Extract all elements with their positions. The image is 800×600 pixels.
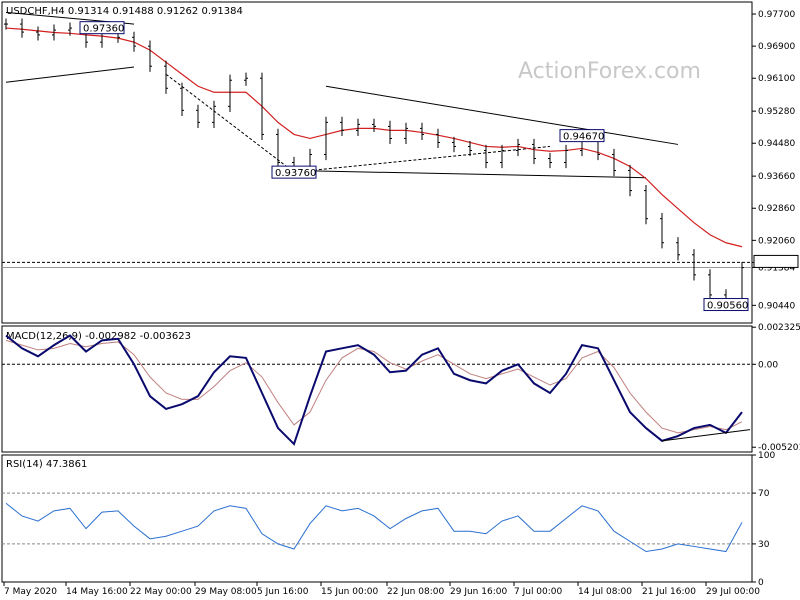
- rsi-panel-title: RSI(14) 47.3861: [6, 459, 87, 470]
- y-tick-label: 0.95280: [758, 107, 795, 117]
- price-annotation: 0.93760: [275, 168, 316, 179]
- x-tick-label: 29 Jul 00:00: [706, 587, 760, 597]
- watermark: ActionForex.com: [518, 59, 701, 84]
- x-tick-label: 29 May 08:00: [195, 587, 257, 597]
- y-tick-label: 0.93660: [758, 172, 795, 182]
- y-tick-label: 0.90440: [758, 301, 795, 311]
- y-tick-label: 70: [758, 489, 770, 499]
- level-value-box: [753, 254, 799, 268]
- y-tick-label: 0.92060: [758, 236, 795, 246]
- y-tick-label: 0.92860: [758, 204, 795, 214]
- price-annotation: 0.90560: [707, 301, 748, 312]
- price-annotation: 0.97360: [83, 24, 124, 35]
- y-tick-label: 0.00: [758, 360, 778, 370]
- x-tick-label: 22 May 00:00: [130, 587, 192, 597]
- x-tick-label: 14 Jul 08:00: [578, 587, 632, 597]
- y-tick-label: 0.97700: [758, 10, 795, 20]
- x-tick-label: 14 May 16:00: [66, 587, 128, 597]
- y-tick-label: 0.96100: [758, 74, 795, 84]
- x-tick-label: 21 Jul 16:00: [642, 587, 696, 597]
- y-tick-label: 0.94480: [758, 139, 795, 149]
- x-tick-label: 5 Jun 16:00: [257, 587, 309, 597]
- y-tick-label: 30: [758, 540, 770, 550]
- y-tick-label: 100: [758, 451, 775, 461]
- price-annotation: 0.94670: [563, 132, 604, 143]
- x-tick-label: 22 Jun 08:00: [387, 587, 444, 597]
- x-tick-label: 29 Jun 16:00: [450, 587, 507, 597]
- x-tick-label: 15 Jun 00:00: [321, 587, 378, 597]
- x-tick-label: 7 May 2020: [4, 587, 57, 597]
- forex-chart: ActionForex.com USDCHF,H4 0.91314 0.9148…: [0, 0, 800, 600]
- y-tick-label: 0.002325: [758, 323, 800, 333]
- macd-panel-title: MACD(12,26,9) -0.002982 -0.003623: [6, 331, 191, 342]
- x-tick-label: 7 Jul 00:00: [514, 587, 563, 597]
- y-tick-label: 0.96900: [758, 42, 795, 52]
